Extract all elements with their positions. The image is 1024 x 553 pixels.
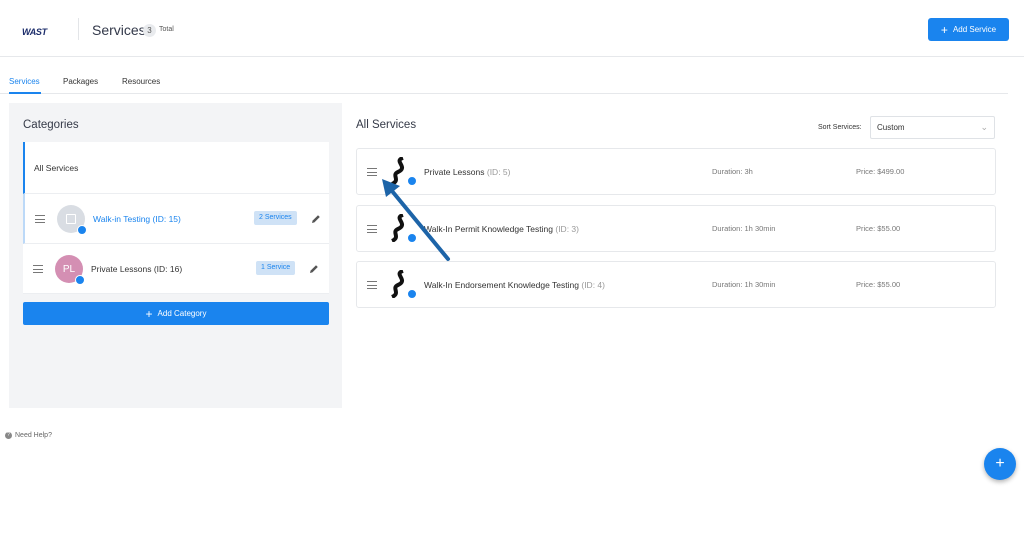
service-id: (ID: 3) <box>555 224 579 234</box>
service-title: Walk-In Permit Knowledge Testing <box>424 224 553 234</box>
service-title: Walk-In Endorsement Knowledge Testing <box>424 280 579 290</box>
service-title: Private Lessons <box>424 167 485 177</box>
sort-value: Custom <box>877 123 905 132</box>
service-name: Walk-In Endorsement Knowledge Testing (I… <box>424 280 605 290</box>
avatar-initials: PL <box>62 263 76 275</box>
drag-handle-icon[interactable] <box>33 265 43 273</box>
active-tab-indicator <box>9 92 41 94</box>
service-logo <box>389 156 417 187</box>
categories-title: Categories <box>23 119 79 131</box>
tab-bar: Services Packages Resources <box>0 57 1008 94</box>
tab-services[interactable]: Services <box>9 77 40 86</box>
plus-icon: + <box>940 22 948 37</box>
question-icon: ? <box>5 432 12 439</box>
service-card[interactable]: Walk-In Permit Knowledge Testing (ID: 3)… <box>356 205 996 252</box>
pencil-icon[interactable] <box>308 263 320 275</box>
category-name[interactable]: Walk-in Testing (ID: 15) <box>93 214 181 224</box>
drag-handle-icon[interactable] <box>367 281 377 289</box>
service-card[interactable]: Private Lessons (ID: 5) Duration: 3h Pri… <box>356 148 996 195</box>
service-name: Private Lessons (ID: 5) <box>424 167 510 177</box>
drag-handle-icon[interactable] <box>367 225 377 233</box>
service-logo <box>389 213 417 244</box>
sort-select[interactable]: Custom ⌄ <box>870 116 995 139</box>
service-id: (ID: 5) <box>486 167 511 177</box>
total-count-badge: 3 <box>143 24 156 37</box>
add-category-label: Add Category <box>157 309 207 318</box>
color-dot <box>407 233 417 243</box>
need-help-label: Need Help? <box>15 432 52 439</box>
drag-handle-icon[interactable] <box>35 215 45 223</box>
service-price: Price: $55.00 <box>856 280 901 289</box>
color-dot <box>407 176 417 186</box>
categories-panel: Categories All Services Walk-in Testing … <box>9 103 342 408</box>
drag-handle-icon[interactable] <box>367 168 377 176</box>
plus-icon: + <box>145 306 153 321</box>
service-duration: Duration: 3h <box>712 167 753 176</box>
category-all-services[interactable]: All Services <box>23 142 329 194</box>
color-dot <box>75 275 85 285</box>
service-price: Price: $499.00 <box>856 167 905 176</box>
top-bar: WAST Services 3 Total + Add Service <box>0 0 1024 57</box>
service-name: Walk-In Permit Knowledge Testing (ID: 3) <box>424 224 579 234</box>
services-title: All Services <box>356 119 417 131</box>
need-help-link[interactable]: ? Need Help? <box>5 432 52 439</box>
service-count-badge: 2 Services <box>254 211 297 225</box>
floating-add-button[interactable]: + <box>984 448 1016 480</box>
tab-resources[interactable]: Resources <box>122 77 160 86</box>
category-name[interactable]: Private Lessons (ID: 16) <box>91 264 182 274</box>
category-avatar: PL <box>55 255 85 285</box>
add-service-button[interactable]: + Add Service <box>928 18 1009 41</box>
page-title: Services <box>92 22 146 38</box>
service-count-badge: 1 Service <box>256 261 296 275</box>
service-duration: Duration: 1h 30min <box>712 224 776 233</box>
category-item[interactable]: PL Private Lessons (ID: 16) 1 Service <box>23 244 329 294</box>
logo-text: WAST <box>22 27 47 37</box>
service-logo <box>389 269 417 300</box>
service-card[interactable]: Walk-In Endorsement Knowledge Testing (I… <box>356 261 996 308</box>
color-dot <box>77 225 87 235</box>
category-item[interactable]: Walk-in Testing (ID: 15) 2 Services <box>23 194 329 244</box>
service-duration: Duration: 1h 30min <box>712 280 776 289</box>
service-price: Price: $55.00 <box>856 224 901 233</box>
sort-label: Sort Services: <box>818 124 862 131</box>
service-id: (ID: 4) <box>581 280 605 290</box>
total-label: Total <box>159 26 174 33</box>
brand-logo[interactable]: WAST <box>22 22 48 37</box>
color-dot <box>407 289 417 299</box>
categories-list: All Services Walk-in Testing (ID: 15) 2 … <box>23 142 329 294</box>
header-divider <box>78 18 79 40</box>
chevron-down-icon: ⌄ <box>980 122 988 132</box>
image-placeholder-icon <box>66 214 76 224</box>
tab-packages[interactable]: Packages <box>63 77 98 86</box>
category-all-label: All Services <box>34 163 79 173</box>
pencil-icon[interactable] <box>310 213 322 225</box>
category-avatar <box>57 205 87 235</box>
add-service-label: Add Service <box>952 25 997 34</box>
add-category-button[interactable]: + Add Category <box>23 302 329 325</box>
